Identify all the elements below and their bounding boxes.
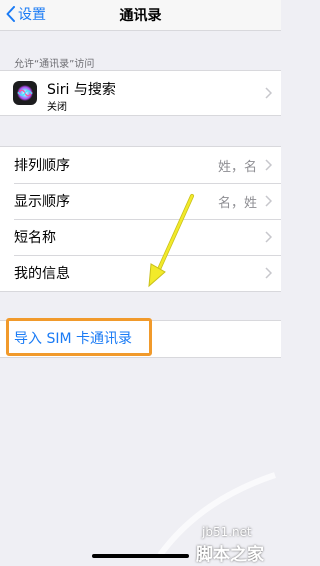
watermark-url: jb51.net	[202, 525, 252, 539]
siri-icon	[13, 81, 37, 105]
short-name-label: 短名称	[14, 230, 56, 246]
home-indicator[interactable]	[92, 554, 189, 558]
siri-search-status: 关闭	[47, 102, 67, 113]
chevron-right-icon	[265, 159, 272, 171]
watermark-text: 脚本之家	[196, 545, 264, 565]
chevron-right-icon	[265, 231, 272, 243]
import-sim-contacts-button[interactable]: 导入 SIM 卡通讯录	[14, 328, 132, 348]
section-header: 允许“通讯录”访问	[14, 59, 95, 70]
short-name-row[interactable]: 短名称	[0, 219, 281, 255]
chevron-right-icon	[265, 267, 272, 279]
sort-order-value: 姓，名	[217, 159, 257, 175]
siri-group: Siri 与搜索 关闭	[0, 70, 281, 116]
page-title: 通讯录	[119, 8, 162, 24]
my-info-row[interactable]: 我的信息	[0, 255, 281, 291]
display-order-label: 显示顺序	[14, 194, 70, 210]
siri-search-row[interactable]: Siri 与搜索 关闭	[0, 71, 281, 115]
display-order-row[interactable]: 显示顺序 名，姓	[0, 183, 281, 219]
chevron-right-icon	[265, 195, 272, 207]
sort-order-label: 排列顺序	[14, 158, 70, 174]
chevron-right-icon	[265, 87, 272, 99]
siri-search-label: Siri 与搜索	[47, 82, 116, 98]
my-info-label: 我的信息	[14, 266, 70, 282]
settings-group: 排列顺序 姓，名 显示顺序 名，姓 短名称 我的信息	[0, 146, 281, 292]
display-order-value: 名，姓	[217, 195, 257, 211]
sort-order-row[interactable]: 排列顺序 姓，名	[0, 147, 281, 183]
navigation-bar: 设置 通讯录	[0, 0, 281, 31]
annotation-arrow-icon	[148, 194, 194, 288]
